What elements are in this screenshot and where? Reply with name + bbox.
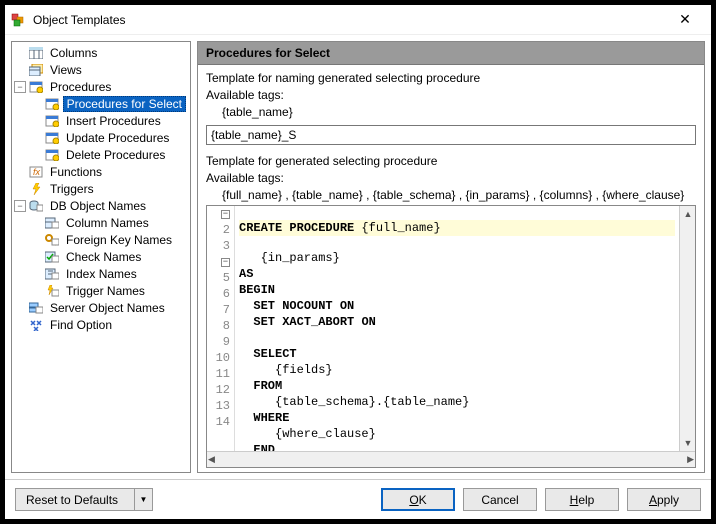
tree-item-trigger-names[interactable]: Trigger Names (30, 282, 190, 299)
tree-item-column-names[interactable]: Column Names (30, 214, 190, 231)
body-tags: {full_name} , {table_name} , {table_sche… (206, 188, 696, 202)
scroll-left-icon[interactable]: ◀ (208, 454, 215, 465)
tree-label: Check Names (63, 250, 144, 264)
available-tags-label: Available tags: (206, 88, 696, 102)
tree-label: Find Option (47, 318, 115, 332)
functions-icon: fx (28, 165, 44, 179)
names-icon (44, 216, 60, 230)
names-icon (44, 250, 60, 264)
naming-caption: Template for naming generated selecting … (206, 71, 696, 85)
tree-label: Views (47, 63, 85, 77)
tree-label: Insert Procedures (63, 114, 164, 128)
tree-item-functions[interactable]: fx Functions (14, 163, 190, 180)
code-text[interactable]: CREATE PROCEDURE {full_name} {in_params}… (235, 206, 679, 451)
tree-label: DB Object Names (47, 199, 149, 213)
dialog-body: Columns Views (5, 35, 711, 479)
names-icon (44, 284, 60, 298)
tree-item-db-object-names[interactable]: − DB Object Names (14, 197, 190, 214)
collapse-icon[interactable]: − (14, 200, 26, 212)
tree-item-update-procedures[interactable]: Update Procedures (30, 129, 190, 146)
tree-item-find-option[interactable]: Find Option (14, 316, 190, 333)
tree-item-views[interactable]: Views (14, 61, 190, 78)
naming-tags: {table_name} (206, 105, 696, 119)
fold-icon[interactable]: − (221, 258, 230, 267)
tree-label: Triggers (47, 182, 97, 196)
fold-icon[interactable]: − (221, 210, 230, 219)
nav-tree[interactable]: Columns Views (11, 41, 191, 473)
names-icon (44, 233, 60, 247)
procedure-icon (44, 97, 60, 111)
tree-label: Update Procedures (63, 131, 172, 145)
scroll-down-icon[interactable]: ▼ (680, 435, 695, 451)
tree-item-procedures-select[interactable]: Procedures for Select (30, 95, 190, 112)
tree-label: Foreign Key Names (63, 233, 175, 247)
tree-connector (14, 47, 26, 59)
triggers-icon (28, 182, 44, 196)
tree-label: Trigger Names (63, 284, 148, 298)
tree-label: Columns (47, 46, 100, 60)
views-icon (28, 63, 44, 77)
collapse-icon[interactable]: − (14, 81, 26, 93)
titlebar: Object Templates ✕ (5, 5, 711, 35)
tree-item-delete-procedures[interactable]: Delete Procedures (30, 146, 190, 163)
server-names-icon (28, 301, 44, 315)
code-gutter: − 2 3 − 5 6 7 8 9 10 11 12 13 (207, 206, 235, 451)
body-caption: Template for generated selecting procedu… (206, 154, 696, 168)
tree-item-fk-names[interactable]: Foreign Key Names (30, 231, 190, 248)
dialog-footer: Reset to Defaults ▼ OK Cancel Help Apply (5, 479, 711, 519)
procedures-icon (28, 80, 44, 94)
help-button[interactable]: Help (545, 488, 619, 511)
tree-item-columns[interactable]: Columns (14, 44, 190, 61)
dialog-window: Object Templates ✕ Columns (4, 4, 712, 520)
window-title: Object Templates (33, 13, 665, 27)
procedure-icon (44, 114, 60, 128)
scroll-right-icon[interactable]: ▶ (687, 454, 694, 465)
procedure-icon (44, 148, 60, 162)
horizontal-scrollbar[interactable]: ◀ ▶ (207, 451, 695, 467)
names-icon (44, 267, 60, 281)
tree-label: Functions (47, 165, 105, 179)
close-button[interactable]: ✕ (665, 11, 705, 28)
tree-label: Column Names (63, 216, 152, 230)
reset-dropdown[interactable]: ▼ (135, 488, 153, 511)
tree-item-server-object-names[interactable]: Server Object Names (14, 299, 190, 316)
tree-item-procedures[interactable]: − Procedures (14, 78, 190, 95)
code-editor[interactable]: − 2 3 − 5 6 7 8 9 10 11 12 13 (206, 205, 696, 468)
naming-template-input[interactable] (206, 125, 696, 145)
tree-item-triggers[interactable]: Triggers (14, 180, 190, 197)
find-icon (28, 318, 44, 332)
panel-header: Procedures for Select (198, 42, 704, 65)
procedure-icon (44, 131, 60, 145)
columns-icon (28, 46, 44, 60)
cancel-button[interactable]: Cancel (463, 488, 537, 511)
app-icon (11, 12, 27, 28)
scroll-up-icon[interactable]: ▲ (680, 206, 695, 222)
ok-button[interactable]: OK (381, 488, 455, 511)
reset-button[interactable]: Reset to Defaults (15, 488, 135, 511)
tree-item-index-names[interactable]: Index Names (30, 265, 190, 282)
tree-label: Procedures (47, 80, 114, 94)
tree-label: Index Names (63, 267, 140, 281)
tree-item-insert-procedures[interactable]: Insert Procedures (30, 112, 190, 129)
available-tags-label-2: Available tags: (206, 171, 696, 185)
detail-panel: Procedures for Select Template for namin… (197, 41, 705, 473)
apply-button[interactable]: Apply (627, 488, 701, 511)
vertical-scrollbar[interactable]: ▲ ▼ (679, 206, 695, 451)
svg-text:fx: fx (33, 167, 41, 177)
tree-label: Procedures for Select (63, 96, 186, 112)
tree-label: Delete Procedures (63, 148, 168, 162)
tree-label: Server Object Names (47, 301, 168, 315)
db-names-icon (28, 199, 44, 213)
tree-item-check-names[interactable]: Check Names (30, 248, 190, 265)
